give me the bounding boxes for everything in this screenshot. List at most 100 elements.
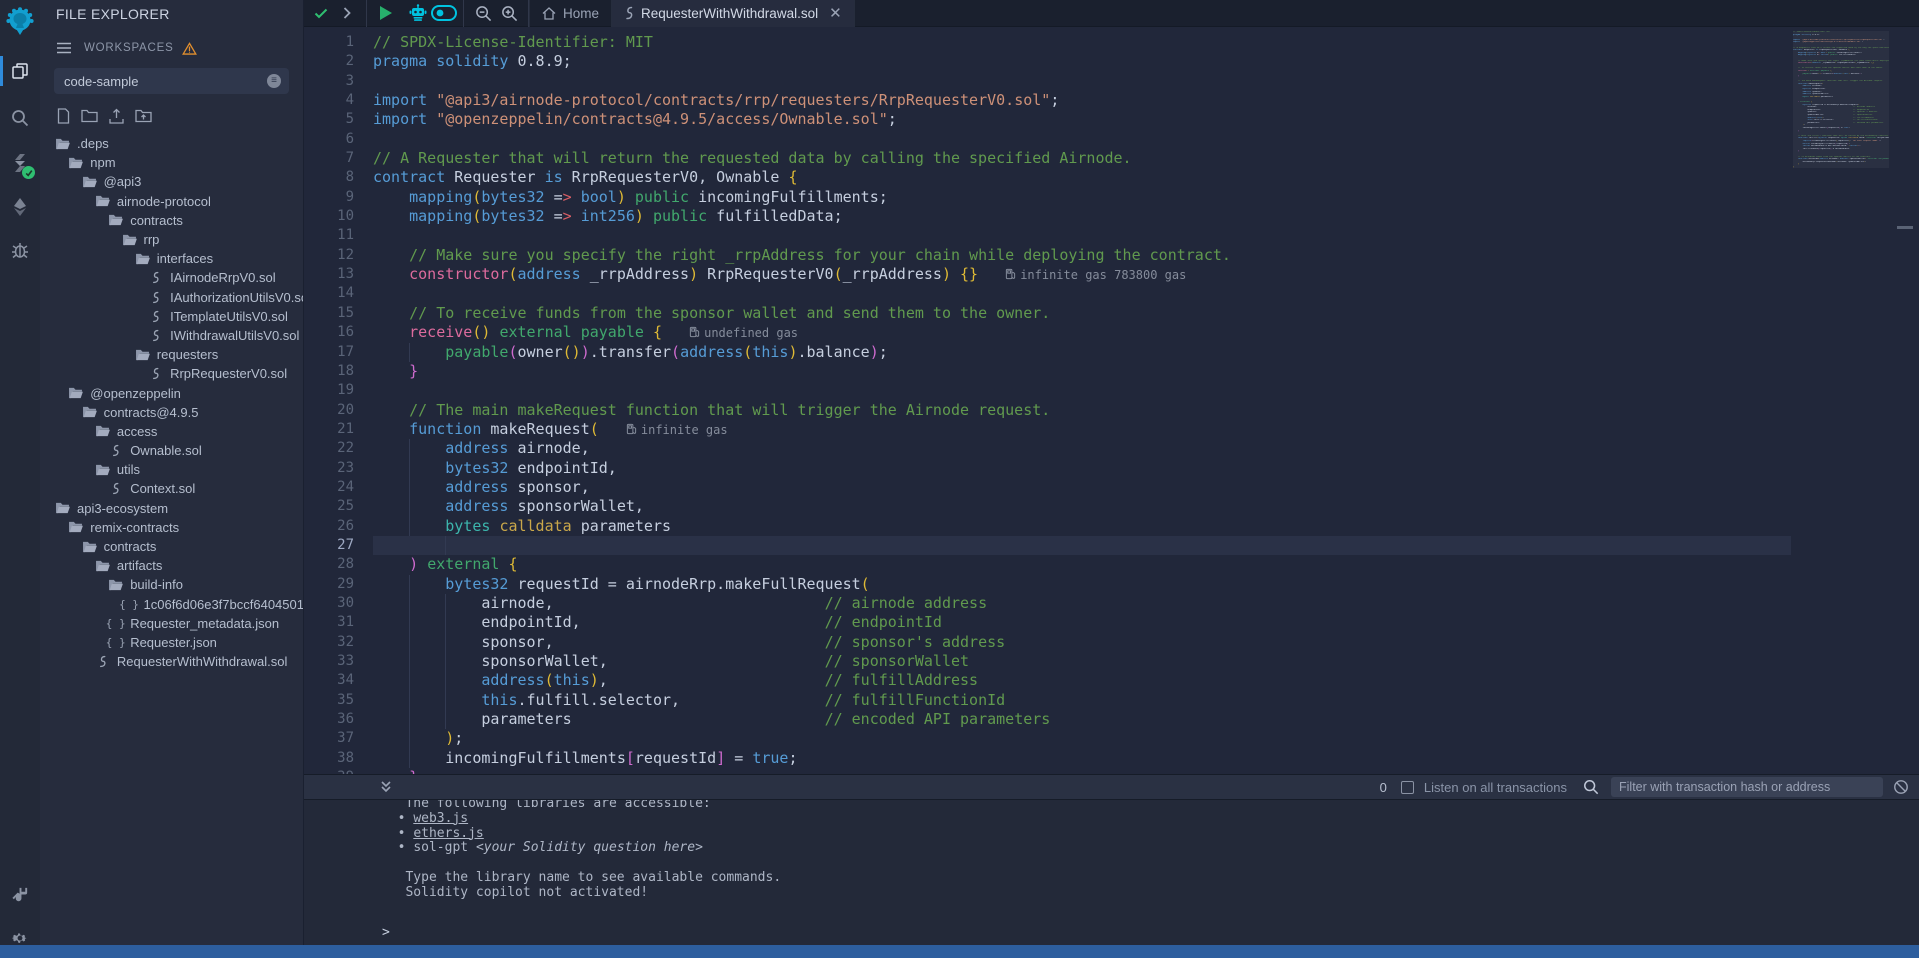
file-explorer-icon[interactable] bbox=[0, 52, 40, 90]
code-line[interactable]: 37 ); bbox=[304, 729, 1791, 748]
code-line[interactable]: 10 mapping(bytes32 => int256) public ful… bbox=[304, 207, 1791, 226]
code-line[interactable]: 30 airnode, // airnode address bbox=[304, 594, 1791, 613]
code-line[interactable]: 6 bbox=[304, 130, 1791, 149]
code-line[interactable]: 13 constructor(address _rrpAddress) RrpR… bbox=[304, 265, 1791, 284]
code-line[interactable]: 19 bbox=[304, 381, 1791, 400]
workspace-warning-icon[interactable] bbox=[182, 42, 197, 55]
code-line[interactable]: 20 // The main makeRequest function that… bbox=[304, 401, 1791, 420]
line-number[interactable]: 25 bbox=[304, 497, 373, 516]
remix-logo-icon[interactable] bbox=[5, 6, 35, 36]
code-line[interactable]: 21 function makeRequest( infinite gas bbox=[304, 420, 1791, 439]
upload-file-icon[interactable] bbox=[108, 108, 125, 124]
deploy-run-icon[interactable] bbox=[0, 188, 40, 226]
line-number[interactable]: 37 bbox=[304, 729, 373, 748]
line-number[interactable]: 16 bbox=[304, 323, 373, 342]
code-line[interactable]: 24 address sponsor, bbox=[304, 478, 1791, 497]
tree-file[interactable]: IAuthorizationUtilsV0.sol bbox=[40, 288, 303, 307]
tree-folder[interactable]: remix-contracts bbox=[40, 518, 303, 537]
line-number[interactable]: 30 bbox=[304, 594, 373, 613]
line-number[interactable]: 19 bbox=[304, 381, 373, 400]
run-script-icon[interactable] bbox=[373, 0, 399, 27]
tree-folder[interactable]: .deps bbox=[40, 134, 303, 153]
code-line[interactable]: 33 sponsorWallet, // sponsorWallet bbox=[304, 652, 1791, 671]
listen-all-transactions-checkbox[interactable] bbox=[1401, 781, 1414, 794]
chevron-right-icon[interactable] bbox=[334, 0, 360, 27]
line-number[interactable]: 26 bbox=[304, 517, 373, 536]
terminal-search-icon[interactable] bbox=[1583, 779, 1599, 795]
zoom-out-icon[interactable] bbox=[470, 0, 496, 27]
debugger-icon[interactable] bbox=[0, 231, 40, 269]
expand-terminal-icon[interactable] bbox=[380, 780, 392, 794]
code-line[interactable]: 25 address sponsorWallet, bbox=[304, 497, 1791, 516]
code-line[interactable]: 38 incomingFulfillments[requestId] = tru… bbox=[304, 749, 1791, 768]
tab-requester-with-withdrawal[interactable]: RequesterWithWithdrawal.sol ✕ bbox=[612, 0, 855, 27]
code-line[interactable]: 11 bbox=[304, 226, 1791, 245]
tree-folder[interactable]: artifacts bbox=[40, 556, 303, 575]
code-line[interactable]: 32 sponsor, // sponsor's address bbox=[304, 633, 1791, 652]
tree-folder[interactable]: build-info bbox=[40, 575, 303, 594]
code-line[interactable]: 27 bbox=[304, 536, 1791, 555]
tree-folder[interactable]: requesters bbox=[40, 345, 303, 364]
line-number[interactable]: 38 bbox=[304, 749, 373, 768]
tree-folder[interactable]: npm bbox=[40, 153, 303, 172]
code-editor[interactable]: 1// SPDX-License-Identifier: MIT2pragma … bbox=[304, 27, 1919, 774]
new-folder-icon[interactable] bbox=[81, 108, 98, 124]
tree-folder[interactable]: utils bbox=[40, 460, 303, 479]
line-number[interactable]: 29 bbox=[304, 575, 373, 594]
code-line[interactable]: 31 endpointId, // endpointId bbox=[304, 613, 1791, 632]
tree-file[interactable]: IWithdrawalUtilsV0.sol bbox=[40, 326, 303, 345]
line-number[interactable]: 10 bbox=[304, 207, 373, 226]
code-line[interactable]: 12 // Make sure you specify the right _r… bbox=[304, 246, 1791, 265]
code-line[interactable]: 35 this.fulfill.selector, // fulfillFunc… bbox=[304, 691, 1791, 710]
line-number[interactable]: 6 bbox=[304, 130, 373, 149]
line-number[interactable]: 1 bbox=[304, 33, 373, 52]
terminal-prompt[interactable]: > bbox=[382, 926, 390, 941]
line-number[interactable]: 18 bbox=[304, 362, 373, 381]
line-number[interactable]: 35 bbox=[304, 691, 373, 710]
tree-file[interactable]: RrpRequesterV0.sol bbox=[40, 364, 303, 383]
line-number[interactable]: 27 bbox=[304, 536, 373, 555]
tree-file[interactable]: ITemplateUtilsV0.sol bbox=[40, 307, 303, 326]
line-number[interactable]: 2 bbox=[304, 52, 373, 71]
line-number[interactable]: 11 bbox=[304, 226, 373, 245]
line-number[interactable]: 32 bbox=[304, 633, 373, 652]
code-line[interactable]: 28 ) external { bbox=[304, 555, 1791, 574]
line-number[interactable]: 5 bbox=[304, 110, 373, 129]
line-number[interactable]: 4 bbox=[304, 91, 373, 110]
line-number[interactable]: 24 bbox=[304, 478, 373, 497]
terminal-output[interactable]: The following libraries are accessible: … bbox=[304, 800, 1919, 945]
code-line[interactable]: 1// SPDX-License-Identifier: MIT bbox=[304, 33, 1791, 52]
line-number[interactable]: 8 bbox=[304, 168, 373, 187]
line-number[interactable]: 36 bbox=[304, 710, 373, 729]
code-line[interactable]: 5import "@openzeppelin/contracts@4.9.5/a… bbox=[304, 110, 1791, 129]
code-line[interactable]: 34 address(this), // fulfillAddress bbox=[304, 671, 1791, 690]
line-number[interactable]: 31 bbox=[304, 613, 373, 632]
tree-folder[interactable]: contracts@4.9.5 bbox=[40, 403, 303, 422]
workspaces-menu-icon[interactable] bbox=[56, 42, 72, 54]
solidity-compiler-icon[interactable] bbox=[0, 144, 40, 182]
tree-folder[interactable]: @openzeppelin bbox=[40, 383, 303, 402]
close-tab-icon[interactable]: ✕ bbox=[829, 6, 842, 21]
code-line[interactable]: 15 // To receive funds from the sponsor … bbox=[304, 304, 1791, 323]
line-number[interactable]: 12 bbox=[304, 246, 373, 265]
line-number[interactable]: 13 bbox=[304, 265, 373, 284]
tree-folder[interactable]: api3-ecosystem bbox=[40, 499, 303, 518]
tree-file[interactable]: IAirnodeRrpV0.sol bbox=[40, 268, 303, 287]
line-number[interactable]: 28 bbox=[304, 555, 373, 574]
code-line[interactable]: 18 } bbox=[304, 362, 1791, 381]
line-number[interactable]: 3 bbox=[304, 72, 373, 91]
tree-folder[interactable]: @api3 bbox=[40, 172, 303, 191]
settings-icon[interactable] bbox=[0, 920, 40, 958]
line-number[interactable]: 21 bbox=[304, 420, 373, 439]
code-line[interactable]: 16 receive() external payable { undefine… bbox=[304, 323, 1791, 342]
tab-home[interactable]: Home bbox=[529, 0, 612, 27]
minimap[interactable]: // SPDX-License-Identifier: MITpragma so… bbox=[1793, 31, 1889, 168]
clear-terminal-icon[interactable] bbox=[1893, 779, 1909, 795]
tree-file[interactable]: { }Requester.json bbox=[40, 633, 303, 652]
code-line[interactable]: 36 parameters // encoded API parameters bbox=[304, 710, 1791, 729]
code-line[interactable]: 9 mapping(bytes32 => bool) public incomi… bbox=[304, 188, 1791, 207]
terminal-link[interactable]: web3.js bbox=[413, 811, 468, 826]
upload-folder-icon[interactable] bbox=[135, 108, 152, 124]
terminal-link[interactable]: ethers.js bbox=[413, 826, 483, 841]
tree-folder[interactable]: rrp bbox=[40, 230, 303, 249]
